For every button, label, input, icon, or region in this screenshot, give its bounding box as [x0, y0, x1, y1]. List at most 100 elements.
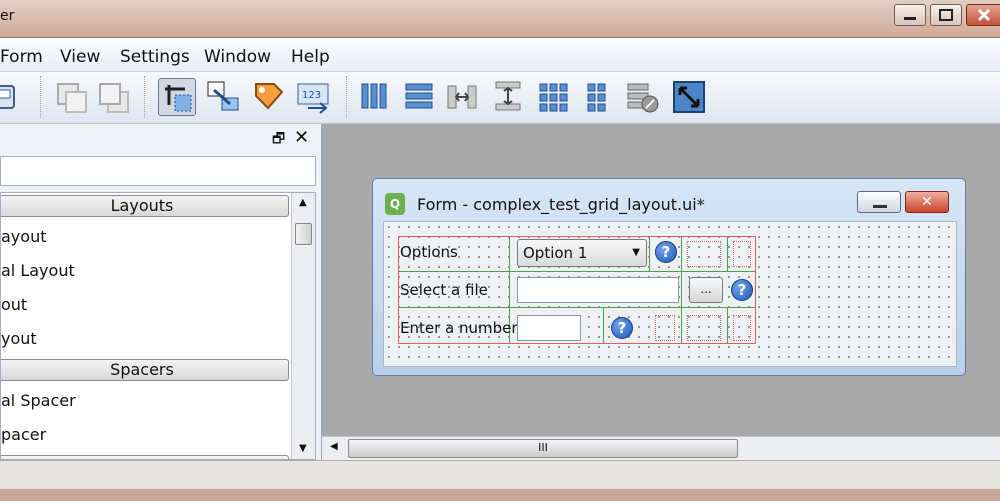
- spacer-cell: [687, 315, 721, 341]
- number-input[interactable]: [517, 315, 581, 341]
- grid-line: [399, 271, 755, 272]
- dropdown-arrow-icon[interactable]: ▼: [632, 240, 640, 266]
- select-file-label: Select a file: [400, 281, 488, 299]
- float-dock-icon[interactable]: 🗗: [272, 128, 285, 152]
- help-icon[interactable]: ?: [611, 317, 633, 339]
- form-title: Form - complex_test_grid_layout.ui*: [417, 195, 705, 214]
- edit-signals-slots-icon: [207, 81, 239, 111]
- help-icon[interactable]: ?: [655, 241, 677, 263]
- widget-list: Layouts ayout al Layout out yout Spacers…: [0, 192, 316, 460]
- bring-to-front-icon: [57, 83, 87, 113]
- lay-out-horizontal-splitter-button[interactable]: [444, 78, 482, 116]
- widget-item[interactable]: pacer: [1, 425, 46, 444]
- widget-box-dock: 🗗 ✕ Layouts ayout al Layout out yout Spa…: [0, 124, 322, 460]
- toolbar: 123: [0, 72, 1000, 124]
- edit-buddies-icon: [255, 83, 284, 110]
- edit-tab-order-icon: 123: [297, 83, 329, 114]
- maximize-button[interactable]: [930, 4, 962, 26]
- file-path-input[interactable]: [517, 277, 679, 303]
- widget-item[interactable]: yout: [1, 329, 37, 348]
- menu-form[interactable]: Form: [0, 47, 43, 67]
- mdi-horizontal-scrollbar[interactable]: ◀ III: [322, 436, 1000, 460]
- send-to-back-button[interactable]: [96, 78, 134, 116]
- form-window[interactable]: Q Form - complex_test_grid_layout.ui* ✕ …: [372, 178, 966, 376]
- menu-window[interactable]: Window: [204, 47, 271, 67]
- adjust-size-icon: [673, 81, 705, 113]
- menu-bar: Form View Settings Window Help: [0, 38, 1000, 72]
- scrollbar-thumb[interactable]: [295, 223, 312, 245]
- edit-widgets-icon: [165, 85, 192, 112]
- close-icon: [977, 8, 991, 22]
- minimize-button[interactable]: [894, 4, 926, 26]
- options-combobox[interactable]: Option 1 ▼: [517, 239, 647, 267]
- break-layout-icon: [627, 83, 659, 113]
- window-titlebar: er: [0, 0, 1000, 38]
- toolbar-separator: [346, 76, 348, 118]
- form-minimize-button[interactable]: [857, 191, 901, 213]
- lay-out-form-icon: [587, 83, 606, 112]
- minimize-icon: [904, 17, 916, 20]
- lay-out-vertical-splitter-icon: [495, 81, 521, 111]
- widget-list-scrollbar[interactable]: ▲ ▼: [291, 193, 315, 459]
- widget-item[interactable]: al Layout: [1, 261, 75, 280]
- lay-out-vertically-button[interactable]: [400, 78, 438, 116]
- bring-to-front-button[interactable]: [54, 78, 92, 116]
- options-label: Options: [400, 243, 458, 261]
- scroll-down-icon[interactable]: ▼: [299, 443, 307, 454]
- lay-out-horizontally-button[interactable]: [356, 78, 394, 116]
- open-form-button[interactable]: [0, 78, 24, 116]
- enter-number-label: Enter a number: [400, 319, 518, 337]
- widget-item[interactable]: out: [1, 295, 27, 314]
- spacer-cell: [655, 315, 675, 341]
- lay-out-form-button[interactable]: [580, 78, 618, 116]
- form-canvas[interactable]: Options Option 1 ▼ ? Select a file ... ?…: [383, 221, 957, 367]
- taskbar-edge: [0, 489, 1000, 501]
- widget-filter-input[interactable]: [0, 156, 316, 186]
- widget-item[interactable]: ayout: [1, 227, 46, 246]
- scroll-up-icon[interactable]: ▲: [299, 197, 307, 208]
- edit-widgets-button[interactable]: [158, 78, 196, 116]
- lay-out-horizontal-splitter-icon: [447, 85, 477, 109]
- close-dock-icon[interactable]: ✕: [294, 127, 309, 148]
- browse-button[interactable]: ...: [689, 277, 723, 303]
- edit-tab-order-button[interactable]: 123: [296, 78, 334, 116]
- grid-line: [399, 307, 755, 308]
- widget-item[interactable]: al Spacer: [1, 391, 76, 410]
- category-layouts[interactable]: Layouts: [1, 195, 289, 217]
- grid-line: [727, 237, 728, 271]
- spacer-cell: [733, 315, 751, 341]
- scroll-left-icon[interactable]: ◀: [330, 441, 338, 452]
- category-spacers[interactable]: Spacers: [1, 359, 289, 381]
- send-to-back-icon: [99, 83, 129, 113]
- adjust-size-button[interactable]: [670, 78, 708, 116]
- edit-signals-slots-button[interactable]: [204, 78, 242, 116]
- menu-settings[interactable]: Settings: [120, 47, 190, 67]
- svg-text:123: 123: [302, 90, 321, 101]
- open-form-icon: [0, 85, 15, 109]
- lay-out-vertical-splitter-button[interactable]: [490, 78, 528, 116]
- combobox-value: Option 1: [523, 244, 588, 262]
- break-layout-button[interactable]: [624, 78, 662, 116]
- menu-view[interactable]: View: [60, 47, 100, 67]
- status-bar: [0, 460, 1000, 501]
- form-close-button[interactable]: ✕: [905, 191, 949, 213]
- spacer-cell: [733, 241, 751, 267]
- grid-line: [727, 307, 728, 343]
- lay-out-grid-button[interactable]: [536, 78, 574, 116]
- menu-help[interactable]: Help: [291, 47, 330, 67]
- grid-line: [649, 237, 650, 271]
- edit-buddies-button[interactable]: [250, 78, 288, 116]
- maximize-icon: [939, 9, 953, 21]
- grid-line: [603, 307, 604, 343]
- help-icon[interactable]: ?: [731, 279, 753, 301]
- grid-layout[interactable]: Options Option 1 ▼ ? Select a file ... ?…: [398, 236, 756, 344]
- spacer-cell: [687, 241, 721, 267]
- scrollbar-thumb[interactable]: III: [348, 439, 738, 458]
- lay-out-grid-icon: [539, 83, 568, 112]
- toolbar-separator: [144, 76, 146, 118]
- close-button[interactable]: [966, 4, 1000, 26]
- window-title: er: [0, 8, 15, 24]
- lay-out-vertically-icon: [405, 83, 433, 109]
- qt-designer-icon: Q: [385, 193, 405, 215]
- grid-line: [681, 237, 682, 343]
